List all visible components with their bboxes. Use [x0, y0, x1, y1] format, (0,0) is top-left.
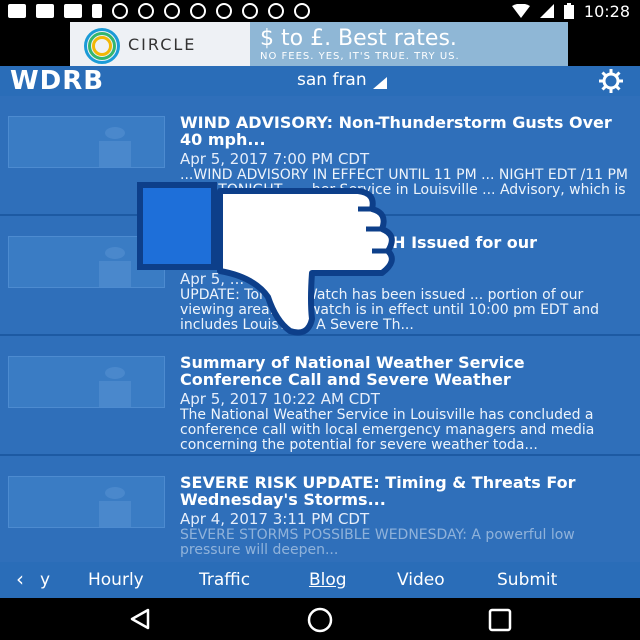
- dropdown-triangle-icon: [372, 77, 387, 89]
- ad-content[interactable]: CIRCLE $ to £. Best rates. NO FEES. YES,…: [70, 22, 568, 66]
- article-title: WIND ADVISORY: Non-Thunderstorm Gusts Ov…: [180, 113, 612, 149]
- dollar-icon: [138, 3, 154, 19]
- dollar-icon: [216, 3, 232, 19]
- wifi-icon: [511, 4, 530, 18]
- tab-hourly[interactable]: Hourly: [88, 570, 144, 590]
- back-icon[interactable]: [128, 608, 152, 630]
- notification-icons: [0, 3, 310, 19]
- battery-icon: [563, 3, 574, 19]
- article-date: Apr 5, 2017 7:00 PM CDT: [180, 150, 370, 168]
- gear-icon[interactable]: [598, 68, 624, 94]
- list-item[interactable]: Summary of National Weather Service Conf…: [0, 336, 640, 456]
- ad-headline: $ to £. Best rates.: [260, 25, 457, 51]
- status-bar: 10:28: [0, 0, 640, 22]
- location-selector[interactable]: san fran: [297, 70, 387, 90]
- ad-brand: CIRCLE: [128, 34, 197, 54]
- dollar-icon: [190, 3, 206, 19]
- article-snippet: SEVERE STORMS POSSIBLE WEDNESDAY: A powe…: [180, 528, 575, 558]
- ad-banner[interactable]: CIRCLE $ to £. Best rates. NO FEES. YES,…: [0, 22, 640, 88]
- list-item[interactable]: SEVERE RISK UPDATE: Timing & Threats For…: [0, 456, 640, 562]
- article-thumbnail: [8, 116, 165, 168]
- circle-logo-icon: [84, 26, 120, 64]
- tab-video[interactable]: Video: [397, 570, 445, 590]
- signal-icon: [539, 4, 554, 18]
- home-icon[interactable]: [306, 606, 334, 634]
- tab-traffic[interactable]: Traffic: [199, 570, 250, 590]
- recents-icon[interactable]: [488, 608, 512, 632]
- chevron-left-icon[interactable]: ‹: [16, 567, 24, 591]
- clock: 10:28: [583, 1, 630, 21]
- article-date: Apr 5, 2017 10:22 AM CDT: [180, 390, 380, 408]
- article-thumbnail: [8, 356, 165, 408]
- article-snippet: The National Weather Service in Louisvil…: [180, 408, 595, 453]
- thumbs-down-icon: [137, 182, 395, 336]
- chat-icon: [8, 4, 26, 18]
- location-label: san fran: [297, 70, 367, 90]
- article-thumbnail: [8, 476, 165, 528]
- ad-subline: NO FEES. YES, IT'S TRUE. TRY US.: [260, 50, 460, 62]
- dollar-icon: [112, 3, 128, 19]
- article-date: Apr 4, 2017 3:11 PM CDT: [180, 510, 370, 528]
- system-nav-bar: [0, 598, 640, 640]
- article-title: Summary of National Weather Service Conf…: [180, 353, 525, 389]
- dollar-icon: [268, 3, 284, 19]
- tab-blog[interactable]: Blog: [309, 570, 347, 590]
- facebook-icon: [64, 4, 82, 18]
- app-header: WDRB san fran: [0, 66, 640, 96]
- dollar-icon: [294, 3, 310, 19]
- dollar-icon: [164, 3, 180, 19]
- tab-previous[interactable]: y: [40, 570, 50, 590]
- tab-submit[interactable]: Submit: [497, 570, 557, 590]
- bottom-tab-bar: ‹ y Hourly Traffic Blog Video Submit: [0, 562, 640, 598]
- article-title: SEVERE RISK UPDATE: Timing & Threats For…: [180, 473, 576, 509]
- facebook-icon: [36, 4, 54, 18]
- lock-icon: [92, 4, 102, 18]
- dollar-icon: [242, 3, 258, 19]
- wdrb-logo: WDRB: [10, 66, 105, 96]
